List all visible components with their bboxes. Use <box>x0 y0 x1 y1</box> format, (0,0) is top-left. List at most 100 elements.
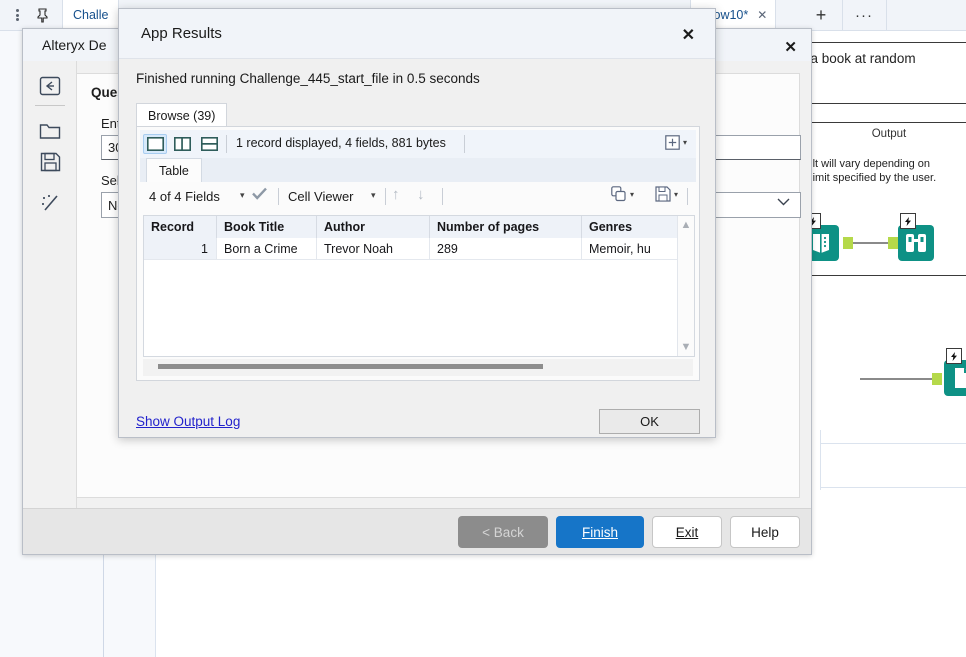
cell-author: Trevor Noah <box>317 238 430 260</box>
connector-anchor-out <box>843 237 853 249</box>
canvas-comment-output-line1: sult will vary depending on <box>801 158 931 170</box>
tab-challenge[interactable]: Challe <box>62 0 120 30</box>
layout-single-pane-icon[interactable] <box>143 134 167 154</box>
add-field-button[interactable]: ▾ <box>665 135 687 150</box>
fields-selector-label[interactable]: 4 of 4 Fields <box>149 189 220 204</box>
book-icon <box>813 234 829 253</box>
tab-browse[interactable]: Browse (39) <box>136 103 228 128</box>
save-caret-icon: ▾ <box>673 189 678 199</box>
finish-button[interactable]: Finish <box>556 516 644 548</box>
cell-genres: Memoir, hu <box>582 238 678 260</box>
table-horizontal-scrollbar[interactable] <box>143 359 693 376</box>
exit-button-label: Exit <box>675 524 699 540</box>
cell-viewer-caret-icon[interactable]: ▾ <box>371 190 376 201</box>
scroll-up-arrow-icon[interactable]: ▲ <box>680 219 692 231</box>
more-tabs-button[interactable]: ··· <box>842 0 887 30</box>
cell-record: 1 <box>144 238 217 260</box>
wizard-magic-wand-icon-button[interactable] <box>33 189 67 219</box>
tool-node-browse[interactable] <box>898 213 934 261</box>
copy-button[interactable]: ▾ <box>611 186 634 202</box>
copy-caret-icon: ▾ <box>629 189 634 199</box>
fields-selector-caret-icon[interactable]: ▾ <box>240 190 245 201</box>
tool-badge-icon-3 <box>946 348 962 364</box>
add-field-caret: ▾ <box>682 138 687 147</box>
browse-tab-row: Table <box>140 158 696 183</box>
finish-button-label: Finish <box>581 524 618 540</box>
toolbar-divider-1 <box>226 135 227 153</box>
wizard-footer: < Back Finish Exit Help <box>23 508 811 554</box>
toolbar2-divider-2 <box>385 188 386 205</box>
canvas-comment-top[interactable]: : a book at random <box>798 42 966 104</box>
tab-browse-label: Browse (39) <box>148 109 216 123</box>
canvas-connector-2 <box>860 378 938 380</box>
pin-icon[interactable] <box>30 5 54 25</box>
column-header-number-of-pages[interactable]: Number of pages <box>430 216 582 238</box>
back-button[interactable]: < Back <box>458 516 548 548</box>
tool-node-output[interactable] <box>944 348 966 396</box>
toolbar-divider-2 <box>464 135 465 153</box>
table-vertical-scrollbar[interactable]: ▲ ▼ <box>677 216 694 356</box>
toolbar2-divider-1 <box>278 188 279 205</box>
record-summary-text: 1 record displayed, 4 fields, 881 bytes <box>236 136 446 150</box>
app-results-close-button[interactable]: ✕ <box>682 25 695 45</box>
save-disk-icon <box>655 186 671 202</box>
arrow-down-icon[interactable]: ↓ <box>417 186 425 203</box>
results-table[interactable]: Record Book Title Author Number of pages… <box>143 215 695 357</box>
canvas-gridline-vertical <box>820 430 821 490</box>
output-file-icon <box>955 368 966 388</box>
tab-challenge-label: Challe <box>73 8 109 22</box>
show-output-log-link[interactable]: Show Output Log <box>136 414 240 429</box>
wizard-save-icon-button[interactable] <box>33 147 67 177</box>
wizard-side-rail <box>23 61 77 508</box>
canvas-comment-output-title: Output <box>871 128 907 140</box>
app-results-titlebar: App Results ✕ <box>119 9 715 59</box>
layout-two-column-icon[interactable] <box>170 134 194 154</box>
cell-book-title: Born a Crime <box>217 238 317 260</box>
column-header-record[interactable]: Record <box>144 216 217 238</box>
canvas-gridline-1 <box>821 443 966 444</box>
add-field-icon <box>665 135 680 150</box>
save-results-button[interactable]: ▾ <box>655 186 678 202</box>
horizontal-scrollbar-thumb[interactable] <box>158 364 543 369</box>
table-row[interactable]: 1 Born a Crime Trevor Noah 289 Memoir, h… <box>144 238 694 260</box>
chevron-down-icon <box>777 198 790 206</box>
tab-table[interactable]: Table <box>146 158 202 183</box>
wizard-open-folder-icon-button[interactable] <box>33 115 67 145</box>
column-header-author[interactable]: Author <box>317 216 430 238</box>
table-header-row: Record Book Title Author Number of pages… <box>144 216 694 239</box>
alteryx-window-title: Alteryx De <box>42 37 107 53</box>
app-results-title: App Results <box>141 25 222 42</box>
exit-button[interactable]: Exit <box>652 516 722 548</box>
alteryx-window-close-button[interactable]: ✕ <box>784 38 797 56</box>
cell-number-of-pages: 289 <box>430 238 582 260</box>
tool-badge-icon-2 <box>900 213 916 229</box>
canvas-gridline-2 <box>821 487 966 488</box>
canvas-connector-1 <box>849 242 891 244</box>
canvas-comment-top-text: : a book at random <box>803 51 916 66</box>
help-button[interactable]: Help <box>730 516 800 548</box>
arrow-up-icon[interactable]: ↑ <box>392 186 400 203</box>
toolbar2-divider-4 <box>687 188 688 205</box>
layout-two-row-icon[interactable] <box>197 134 221 154</box>
toolbar2-divider-3 <box>442 188 443 205</box>
checkmark-icon[interactable] <box>252 187 267 200</box>
browse-results-panel: 1 record displayed, 4 fields, 881 bytes … <box>136 126 700 381</box>
browse-toolbar: 1 record displayed, 4 fields, 881 bytes … <box>140 130 696 159</box>
new-tab-button[interactable]: + <box>800 0 843 30</box>
column-header-book-title[interactable]: Book Title <box>217 216 317 238</box>
canvas-comment-output-line2: e limit specified by the user. <box>801 172 937 184</box>
tab-table-label: Table <box>159 164 189 178</box>
wizard-rail-divider <box>35 105 65 106</box>
app-results-dialog[interactable]: App Results ✕ Finished running Challenge… <box>118 8 716 438</box>
column-header-genres[interactable]: Genres <box>582 216 678 238</box>
connector-anchor-in <box>888 237 898 249</box>
connector-anchor-in-2 <box>932 373 942 385</box>
binoculars-icon <box>906 234 926 252</box>
browse-toolbar-secondary: 4 of 4 Fields ▾ Cell Viewer ▾ ↑ ↓ ▾ ▾ <box>140 182 696 211</box>
wizard-back-icon-button[interactable] <box>33 71 67 101</box>
scroll-down-arrow-icon[interactable]: ▼ <box>680 341 692 353</box>
ok-button[interactable]: OK <box>599 409 700 434</box>
tab-close-icon[interactable]: ✕ <box>757 8 767 22</box>
cell-viewer-label[interactable]: Cell Viewer <box>288 189 354 204</box>
tab-overflow-menu-icon[interactable] <box>8 6 26 24</box>
